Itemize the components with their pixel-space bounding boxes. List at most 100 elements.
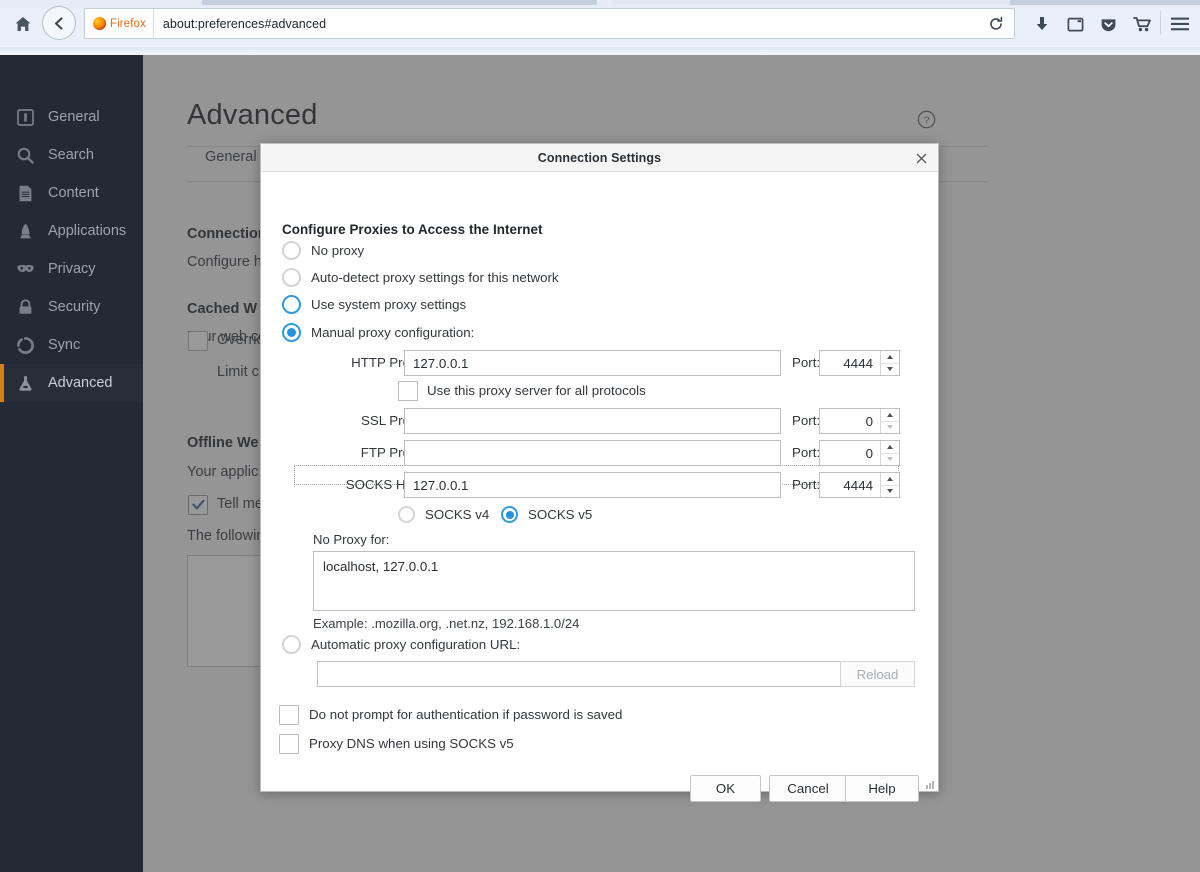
content-document-icon (16, 184, 35, 203)
pac-url-row: Reload (317, 661, 915, 687)
ssl-port-spinner[interactable]: 0 (819, 408, 900, 434)
sidebar-item-search[interactable]: Search (0, 136, 143, 174)
url-text: about:preferences#advanced (154, 17, 326, 31)
sidebar-item-privacy[interactable]: Privacy (0, 250, 143, 288)
radio-system-proxy[interactable]: Use system proxy settings (282, 295, 466, 314)
http-proxy-input[interactable]: 127.0.0.1 (404, 350, 781, 376)
spinner-down-icon[interactable] (881, 421, 899, 434)
sidebar-item-applications[interactable]: Applications (0, 212, 143, 250)
pac-url-input[interactable] (317, 661, 840, 687)
http-port-label: Port: (792, 355, 820, 370)
tab-inactive-left[interactable] (202, 0, 597, 5)
radio-auto-detect[interactable]: Auto-detect proxy settings for this netw… (282, 268, 559, 287)
sidebar-item-label: Content (48, 186, 99, 201)
sidebar-item-security[interactable]: Security (0, 288, 143, 326)
http-port-spinner[interactable]: 4444 (819, 350, 900, 376)
radio-label: Manual proxy configuration: (311, 325, 474, 340)
spinner-up-icon[interactable] (881, 441, 899, 453)
socks-port-value[interactable]: 4444 (820, 473, 880, 497)
identity-box[interactable]: Firefox (85, 9, 154, 38)
url-bar[interactable]: Firefox about:preferences#advanced (84, 8, 1015, 39)
sidebar-item-label: General (48, 110, 100, 125)
spinner-down-icon[interactable] (881, 485, 899, 498)
sidebar-panel-icon[interactable] (1061, 8, 1089, 40)
download-arrow-icon[interactable] (1028, 8, 1056, 40)
radio-indicator (282, 295, 301, 314)
applications-rocket-icon (16, 222, 35, 241)
dialog-title: Connection Settings (538, 151, 661, 165)
spinner-buttons[interactable] (880, 409, 899, 433)
radio-label: SOCKS v5 (528, 507, 592, 522)
spinner-up-icon[interactable] (881, 409, 899, 421)
spinner-down-icon[interactable] (881, 363, 899, 376)
reload-icon[interactable] (978, 9, 1014, 38)
ssl-proxy-input[interactable] (404, 408, 781, 434)
spinner-up-icon[interactable] (881, 473, 899, 485)
ssl-port-label: Port: (792, 413, 820, 428)
no-proxy-label: No Proxy for: (313, 532, 389, 547)
back-arrow-icon[interactable] (42, 6, 76, 40)
sidebar-list: General Search Content Applications Priv (0, 55, 143, 402)
reload-pac-button[interactable]: Reload (840, 661, 915, 687)
spinner-down-icon[interactable] (881, 453, 899, 466)
ftp-port-label: Port: (792, 445, 820, 460)
spinner-buttons[interactable] (880, 441, 899, 465)
privacy-mask-icon (16, 260, 35, 279)
sidebar-item-sync[interactable]: Sync (0, 326, 143, 364)
sidebar-item-advanced[interactable]: Advanced (0, 364, 143, 402)
proxy-dns-label: Proxy DNS when using SOCKS v5 (309, 736, 514, 751)
radio-indicator (501, 506, 518, 523)
radio-indicator (282, 323, 301, 342)
tab-strip[interactable] (0, 0, 1200, 8)
sidebar-item-label: Security (48, 300, 100, 315)
hamburger-menu-icon[interactable] (1166, 8, 1194, 40)
home-icon[interactable] (6, 8, 40, 40)
radio-no-proxy[interactable]: No proxy (282, 241, 364, 260)
ftp-port-value[interactable]: 0 (820, 441, 880, 465)
radio-indicator (282, 635, 301, 654)
no-proxy-textarea[interactable]: localhost, 127.0.0.1 (313, 551, 915, 611)
tab-active[interactable] (612, 0, 1012, 4)
socks-host-input[interactable]: 127.0.0.1 (404, 472, 781, 498)
ssl-port-value[interactable]: 0 (820, 409, 880, 433)
http-port-value[interactable]: 4444 (820, 351, 880, 375)
connection-settings-dialog: Connection Settings Configure Proxies to… (260, 143, 939, 792)
close-x-icon[interactable] (908, 144, 934, 172)
sidebar-item-general[interactable]: General (0, 98, 143, 136)
spinner-up-icon[interactable] (881, 351, 899, 363)
no-auth-prompt-label: Do not prompt for authentication if pass… (309, 707, 622, 722)
help-button[interactable]: Help (845, 775, 919, 802)
pocket-shield-icon[interactable] (1094, 8, 1122, 40)
dialog-titlebar: Connection Settings (261, 144, 938, 172)
ftp-proxy-input[interactable] (404, 440, 781, 466)
radio-pac-url[interactable]: Automatic proxy configuration URL: (282, 635, 520, 654)
cancel-button[interactable]: Cancel (769, 775, 847, 802)
ftp-port-spinner[interactable]: 0 (819, 440, 900, 466)
preferences-sidebar: General Search Content Applications Priv (0, 55, 143, 872)
sidebar-item-content[interactable]: Content (0, 174, 143, 212)
ok-button[interactable]: OK (690, 775, 761, 802)
tab-inactive-right[interactable] (1010, 0, 1200, 5)
sidebar-item-label: Privacy (48, 262, 96, 277)
shopping-cart-icon[interactable] (1127, 8, 1157, 40)
radio-label: Automatic proxy configuration URL: (311, 637, 520, 652)
spinner-buttons[interactable] (880, 351, 899, 375)
radio-label: SOCKS v4 (425, 507, 489, 522)
sidebar-item-label: Sync (48, 338, 80, 353)
security-lock-icon (16, 298, 35, 317)
spinner-buttons[interactable] (880, 473, 899, 497)
proxy-dns-checkbox[interactable] (279, 734, 299, 754)
radio-indicator (398, 506, 415, 523)
sync-refresh-icon (16, 336, 35, 355)
radio-manual-proxy[interactable]: Manual proxy configuration: (282, 323, 474, 342)
toolbar-shadow (0, 47, 1200, 55)
sidebar-item-label: Search (48, 148, 94, 163)
resize-grip[interactable] (925, 780, 935, 790)
no-auth-prompt-checkbox[interactable] (279, 705, 299, 725)
radio-socks-v4[interactable]: SOCKS v4 (398, 506, 489, 523)
share-proxy-checkbox[interactable] (398, 381, 418, 401)
identity-label: Firefox (110, 18, 146, 30)
browser-chrome: Firefox about:preferences#advanced (0, 0, 1200, 55)
socks-port-spinner[interactable]: 4444 (819, 472, 900, 498)
radio-socks-v5[interactable]: SOCKS v5 (501, 506, 592, 523)
